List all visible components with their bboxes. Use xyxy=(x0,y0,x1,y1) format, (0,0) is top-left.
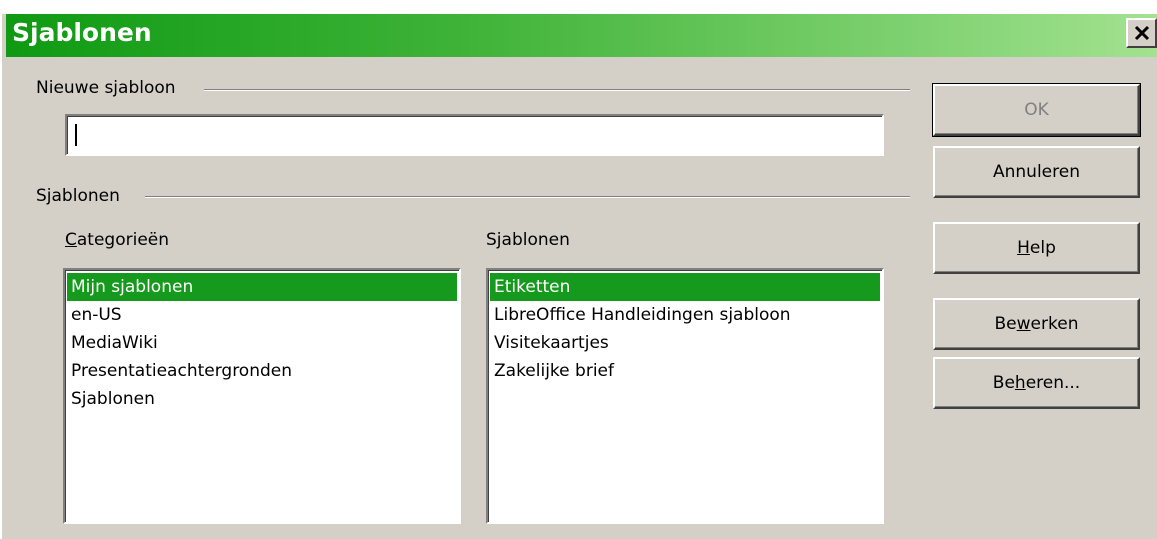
category-list-item[interactable]: MediaWiki xyxy=(67,329,457,357)
template-list-item[interactable]: Etiketten xyxy=(490,273,880,301)
templates-section-label: Sjablonen xyxy=(36,186,120,206)
template-list-item[interactable]: Zakelijke brief xyxy=(490,357,880,385)
category-list-item[interactable]: Presentatieachtergronden xyxy=(67,357,457,385)
templates-dialog: Sjablonen Nieuwe sjabloon Sjablonen Cate… xyxy=(0,14,1157,539)
close-button[interactable] xyxy=(1126,18,1157,48)
help-button[interactable]: Help xyxy=(933,222,1140,274)
help-button-label: Help xyxy=(1017,238,1056,258)
edit-button-label: Bewerken xyxy=(994,314,1079,334)
new-template-divider xyxy=(204,89,910,91)
text-caret xyxy=(75,124,77,146)
categories-label: Categorieën xyxy=(65,230,170,250)
title-bar[interactable]: Sjablonen xyxy=(6,14,1157,57)
category-list-item[interactable]: en-US xyxy=(67,301,457,329)
template-list-item[interactable]: Visitekaartjes xyxy=(490,329,880,357)
templates-divider xyxy=(145,196,910,198)
ok-button-label: OK xyxy=(1024,100,1049,120)
new-template-section-label: Nieuwe sjabloon xyxy=(36,78,176,98)
window-title: Sjablonen xyxy=(12,18,152,47)
templates-label: Sjablonen xyxy=(486,230,570,250)
manage-button[interactable]: Beheren... xyxy=(933,357,1140,409)
ok-button[interactable]: OK xyxy=(932,83,1141,137)
templates-listbox[interactable]: Etiketten LibreOffice Handleidingen sjabl… xyxy=(486,268,884,524)
manage-button-label: Beheren... xyxy=(992,373,1081,393)
edit-button[interactable]: Bewerken xyxy=(933,298,1140,350)
category-list-item[interactable]: Mijn sjablonen xyxy=(67,273,457,301)
category-list-item[interactable]: Sjablonen xyxy=(67,385,457,413)
close-icon xyxy=(1134,25,1149,41)
cancel-button[interactable]: Annuleren xyxy=(933,146,1140,198)
cancel-button-label: Annuleren xyxy=(993,162,1080,182)
categories-listbox[interactable]: Mijn sjablonen en-US MediaWiki Presentatiea… xyxy=(63,268,461,524)
template-list-item[interactable]: LibreOffice Handleidingen sjabloon xyxy=(490,301,880,329)
template-name-input[interactable] xyxy=(65,114,884,156)
